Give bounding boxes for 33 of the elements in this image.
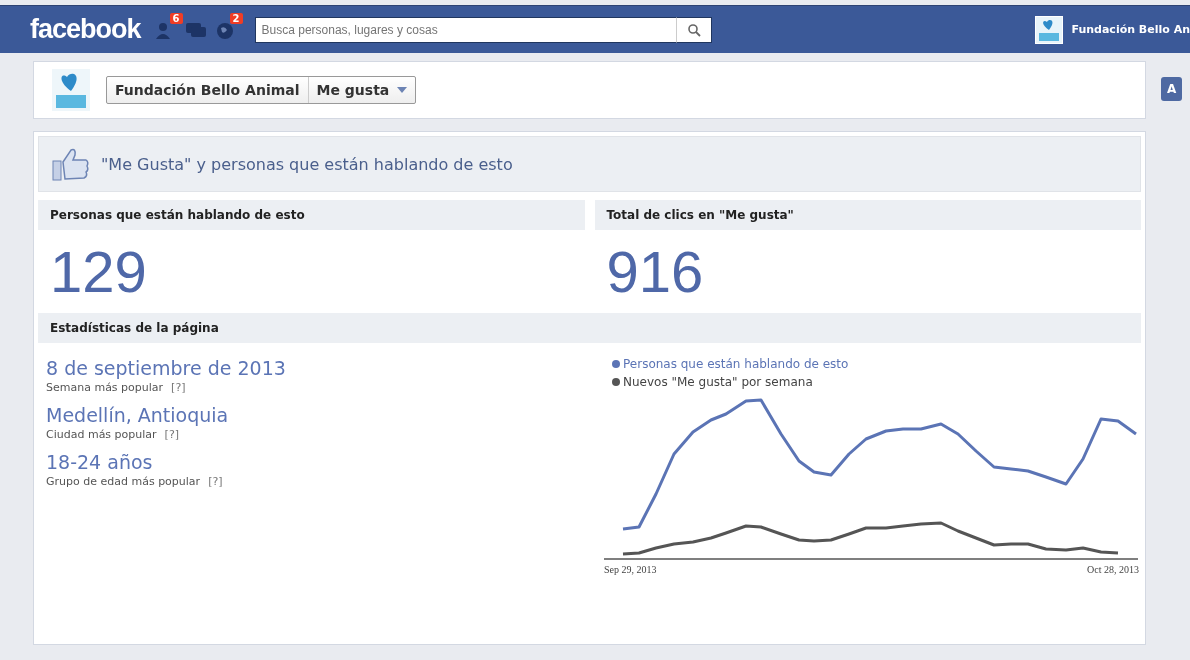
stat-caption: Semana más popular bbox=[46, 381, 164, 394]
notification-badge: 2 bbox=[229, 12, 243, 24]
side-button[interactable]: A bbox=[1161, 77, 1183, 101]
legend-label: Nuevos "Me gusta" por semana bbox=[623, 375, 813, 389]
facebook-logo[interactable]: facebook bbox=[30, 14, 141, 45]
help-link[interactable]: [?] bbox=[164, 428, 179, 441]
profile-name[interactable]: Fundación Bello An bbox=[1071, 23, 1190, 36]
page-name-button[interactable]: Fundación Bello Animal bbox=[107, 77, 308, 103]
stat-link[interactable]: 8 de septiembre de 2013 bbox=[46, 357, 286, 379]
stat-link[interactable]: Medellín, Antioquia bbox=[46, 404, 229, 426]
stat-caption: Ciudad más popular bbox=[46, 428, 157, 441]
notification-badge: 6 bbox=[169, 12, 183, 24]
axis-label: Sep 29, 2013 bbox=[604, 564, 657, 575]
help-link[interactable]: [?] bbox=[171, 381, 186, 394]
stat-header: Personas que están hablando de esto bbox=[38, 200, 585, 230]
page-logo-icon bbox=[52, 69, 90, 111]
stat-link[interactable]: 18-24 años bbox=[46, 451, 153, 473]
search-icon bbox=[686, 22, 701, 37]
search-button[interactable] bbox=[675, 16, 712, 43]
caret-icon bbox=[397, 87, 408, 93]
stat-value: 916 bbox=[605, 238, 705, 306]
legend-label: Personas que están hablando de esto bbox=[623, 357, 849, 371]
help-link[interactable]: [?] bbox=[208, 475, 223, 488]
page-avatar-icon[interactable] bbox=[1035, 15, 1064, 44]
search-field[interactable]: Busca personas, lugares y cosas bbox=[254, 16, 676, 43]
thumbs-up-icon bbox=[51, 146, 91, 182]
axis-label: Oct 28, 2013 bbox=[1087, 564, 1139, 575]
section-title: "Me Gusta" y personas que están hablando de esto bbox=[101, 154, 513, 174]
stat-caption: Grupo de edad más popular bbox=[46, 475, 201, 488]
stats-header: Estadísticas de la página bbox=[38, 313, 1141, 343]
stat-header: Total de clics en "Me gusta" bbox=[594, 200, 1141, 230]
like-dropdown[interactable]: Me gusta bbox=[307, 77, 416, 103]
stat-value: 129 bbox=[49, 238, 148, 306]
